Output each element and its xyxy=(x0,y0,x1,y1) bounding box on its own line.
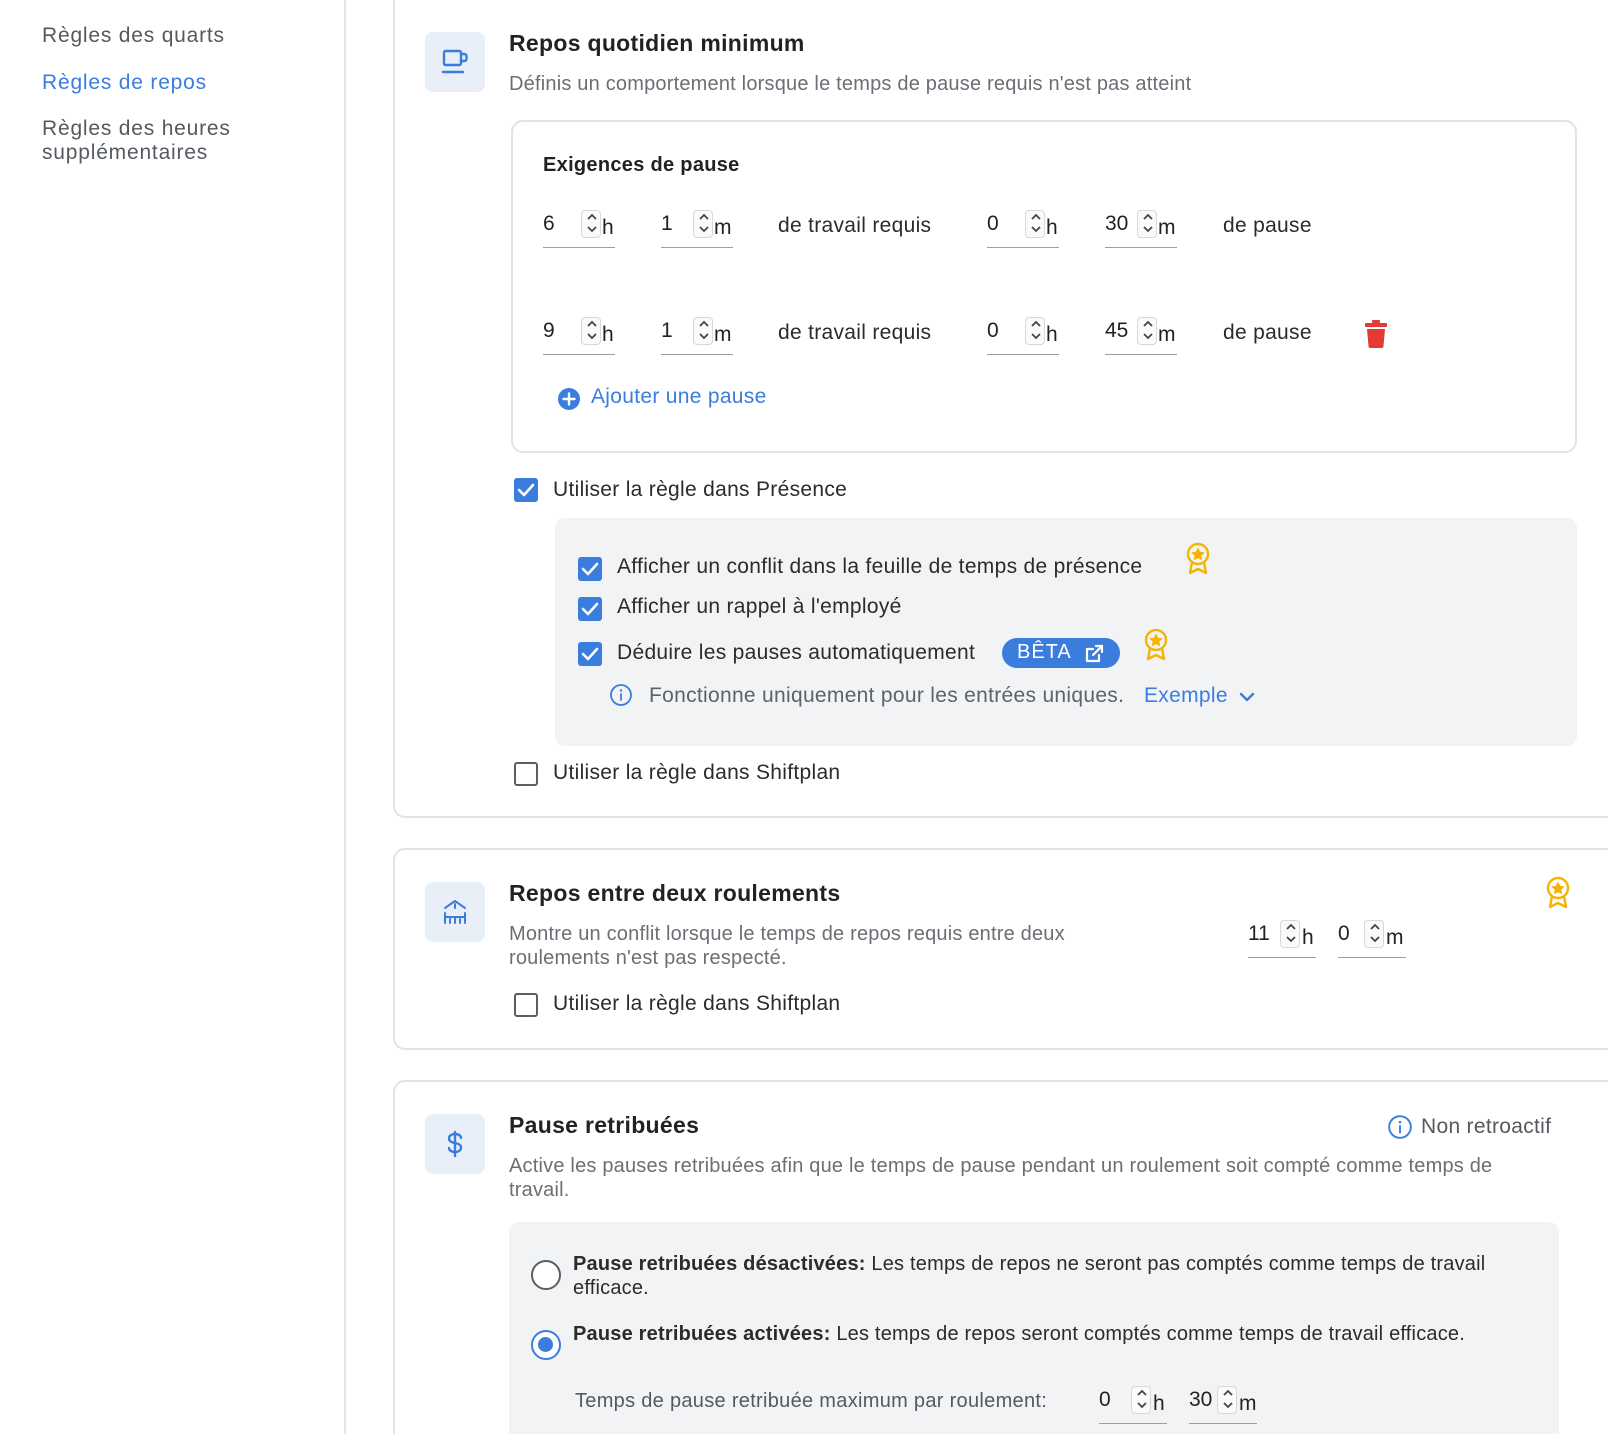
break-suffix-label: de pause xyxy=(1223,321,1312,344)
check-icon xyxy=(581,647,599,661)
work-minutes-stepper[interactable]: 1 m xyxy=(661,206,733,248)
premium-badge-icon xyxy=(1545,876,1571,915)
paid-breaks-off-radio[interactable] xyxy=(531,1260,561,1290)
work-required-label: de travail requis xyxy=(778,321,932,344)
card-description: Montre un conflit lorsque le temps de re… xyxy=(509,923,1065,969)
auto-deduct-checkbox[interactable] xyxy=(578,642,602,666)
stepper-arrows-icon[interactable] xyxy=(1131,1386,1151,1414)
use-in-shiftplan-label: Utiliser la règle dans Shiftplan xyxy=(553,992,841,1015)
dollar-icon xyxy=(425,1114,485,1174)
info-icon xyxy=(610,684,632,706)
max-break-hours-stepper[interactable]: 0 h xyxy=(1099,1382,1167,1424)
rest-minutes-stepper[interactable]: 0 m xyxy=(1338,916,1406,958)
bed-icon xyxy=(425,882,485,942)
show-conflict-checkbox[interactable] xyxy=(578,557,602,581)
stepper-arrows-icon[interactable] xyxy=(1025,210,1045,238)
check-icon xyxy=(581,562,599,576)
stepper-arrows-icon[interactable] xyxy=(1280,920,1300,948)
card-title: Repos entre deux roulements xyxy=(509,880,841,906)
show-reminder-checkbox[interactable] xyxy=(578,597,602,621)
stepper-arrows-icon[interactable] xyxy=(1137,210,1157,238)
non-retroactive-label: Non retroactif xyxy=(1421,1115,1552,1138)
use-in-shiftplan-label: Utiliser la règle dans Shiftplan xyxy=(553,761,841,784)
sidebar-item-rest-rules[interactable]: Règles de repos xyxy=(42,71,207,95)
break-minutes-stepper[interactable]: 45 m xyxy=(1105,313,1177,355)
check-icon xyxy=(581,602,599,616)
stepper-arrows-icon[interactable] xyxy=(1364,920,1384,948)
external-link-icon xyxy=(1085,644,1104,663)
stepper-arrows-icon[interactable] xyxy=(693,210,713,238)
show-conflict-label: Afficher un conflit dans la feuille de t… xyxy=(617,555,1143,578)
daily-rest-card: Repos quotidien minimum Définis un compo… xyxy=(393,0,1608,818)
auto-deduct-label: Déduire les pauses automatiquement xyxy=(617,641,976,664)
stepper-arrows-icon[interactable] xyxy=(1025,317,1045,345)
plus-circle-icon xyxy=(558,388,580,410)
work-required-label: de travail requis xyxy=(778,214,932,237)
info-icon xyxy=(1388,1115,1412,1139)
rest-hours-stepper[interactable]: 11 h xyxy=(1248,916,1316,958)
max-paid-break-label: Temps de pause retribuée maximum par rou… xyxy=(575,1390,1048,1412)
break-suffix-label: de pause xyxy=(1223,214,1312,237)
beta-badge[interactable]: BÊTA xyxy=(1002,638,1120,668)
premium-badge-icon xyxy=(1185,542,1211,581)
use-in-shiftplan-checkbox[interactable] xyxy=(514,762,538,786)
break-minutes-stepper[interactable]: 30 m xyxy=(1105,206,1177,248)
work-hours-stepper[interactable]: 9 h xyxy=(543,313,615,355)
sidebar: Règles des quarts Règles de repos Règles… xyxy=(0,0,346,1434)
stepper-arrows-icon[interactable] xyxy=(693,317,713,345)
stepper-arrows-icon[interactable] xyxy=(581,210,601,238)
card-title: Pause retribuées xyxy=(509,1112,700,1138)
break-hours-stepper[interactable]: 0 h xyxy=(987,206,1059,248)
break-requirements-box: Exigences de pause 6 h 1 m de travail re… xyxy=(511,120,1577,453)
premium-badge-icon xyxy=(1143,628,1169,667)
card-title: Repos quotidien minimum xyxy=(509,30,805,56)
break-hours-stepper[interactable]: 0 h xyxy=(987,313,1059,355)
trash-icon[interactable] xyxy=(1365,320,1387,353)
max-break-minutes-stepper[interactable]: 30 m xyxy=(1189,1382,1257,1424)
stepper-arrows-icon[interactable] xyxy=(1137,317,1157,345)
rest-between-shifts-card: Repos entre deux roulements Montre un co… xyxy=(393,848,1608,1050)
paid-breaks-on-radio[interactable] xyxy=(531,1330,561,1360)
card-description: Active les pauses retribuées afin que le… xyxy=(509,1155,1493,1201)
show-reminder-label: Afficher un rappel à l'employé xyxy=(617,595,902,618)
chevron-down-icon xyxy=(1239,692,1255,702)
requirements-title: Exigences de pause xyxy=(543,154,740,176)
stepper-arrows-icon[interactable] xyxy=(1217,1386,1237,1414)
coffee-cup-icon xyxy=(425,32,485,92)
use-in-shiftplan-checkbox[interactable] xyxy=(514,993,538,1017)
use-in-presence-label: Utiliser la règle dans Présence xyxy=(553,478,848,501)
work-minutes-stepper[interactable]: 1 m xyxy=(661,313,733,355)
card-description: Définis un comportement lorsque le temps… xyxy=(509,73,1192,95)
paid-breaks-on-label: Pause retribuées activées: Les temps de … xyxy=(573,1323,1466,1345)
stepper-arrows-icon[interactable] xyxy=(581,317,601,345)
sidebar-item-overtime-rules[interactable]: Règles des heures supplémentaires xyxy=(42,117,302,165)
presence-options-panel: Afficher un conflit dans la feuille de t… xyxy=(555,518,1577,746)
sidebar-item-shift-rules[interactable]: Règles des quarts xyxy=(42,24,225,48)
paid-breaks-off-label: Pause retribuées désactivées: Les temps … xyxy=(573,1253,1486,1299)
info-text: Fonctionne uniquement pour les entrées u… xyxy=(649,684,1125,707)
check-icon xyxy=(517,483,535,497)
paid-breaks-card: Pause retribuées Non retroactif Active l… xyxy=(393,1080,1608,1434)
use-in-presence-checkbox[interactable] xyxy=(514,478,538,502)
work-hours-stepper[interactable]: 6 h xyxy=(543,206,615,248)
paid-breaks-options-panel: Pause retribuées désactivées: Les temps … xyxy=(509,1222,1559,1434)
